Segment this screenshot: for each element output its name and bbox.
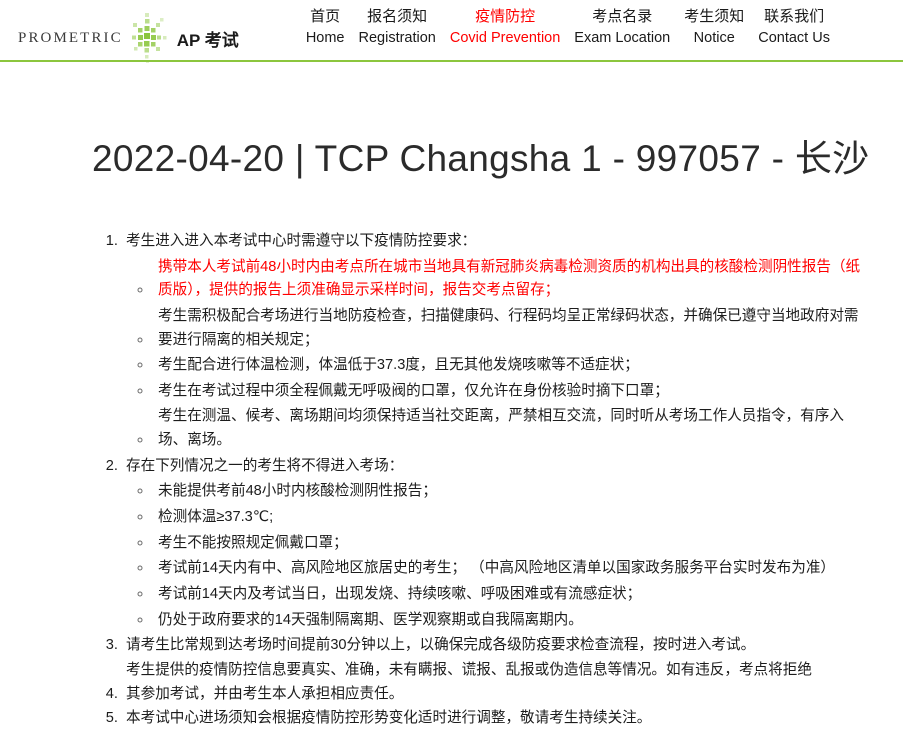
nav-item-covid-prevention-cn: 疫情防控: [475, 8, 536, 25]
requirement-sub-text: 考生配合进行体温检测，体温低于37.3度，且无其他发烧咳嗽等不适症状；: [158, 357, 639, 374]
requirement-item: 请考生比常规到达考场时间提前30分钟以上，以确保完成各级防疫要求检查流程，按时进…: [122, 634, 863, 658]
requirement-sub-item: 携带本人考试前48小时内由考点所在城市当地具有新冠肺炎病毒检测资质的机构出具的核…: [153, 256, 863, 303]
requirement-text: 存在下列情况之一的考生将不得进入考场：: [126, 457, 404, 474]
nav-item-registration-en: Registration: [358, 29, 436, 46]
nav-item-home-en: Home: [305, 29, 345, 46]
requirement-sub-list: 携带本人考试前48小时内由考点所在城市当地具有新冠肺炎病毒检测资质的机构出具的核…: [126, 256, 863, 453]
requirement-item: 考生提供的疫情防控信息要真实、准确，未有瞒报、谎报、乱报或伪造信息等情况。如有违…: [122, 659, 863, 706]
requirement-text: 请考生比常规到达考场时间提前30分钟以上，以确保完成各级防疫要求检查流程，按时进…: [126, 637, 756, 654]
nav-item-contact-us-cn: 联系我们: [764, 8, 825, 25]
nav-item-exam-location-en: Exam Location: [574, 29, 671, 46]
requirement-sub-item: 仍处于政府要求的14天强制隔离期、医学观察期或自我隔离期内。: [153, 609, 863, 633]
prometric-wordmark: PROMETRIC: [18, 29, 123, 46]
requirement-sub-item: 未能提供考前48小时内核酸检测阴性报告；: [153, 480, 863, 504]
requirement-sub-text: 考生不能按照规定佩戴口罩；: [158, 534, 348, 551]
requirement-sub-item: 考试前14天内及考试当日，出现发烧、持续咳嗽、呼吸困难或有流感症状；: [153, 583, 863, 607]
requirement-item: 考生进入进入本考试中心时需遵守以下疫情防控要求： 携带本人考试前48小时内由考点…: [122, 230, 863, 453]
brand-subtitle: AP 考试: [176, 30, 239, 50]
page-title: 2022-04-20 | TCP Changsha 1 - 997057 - 长…: [92, 138, 870, 179]
requirements-list: 考生进入进入本考试中心时需遵守以下疫情防控要求： 携带本人考试前48小时内由考点…: [0, 230, 863, 731]
main-navigation: 首页 Home 报名须知 Registration 疫情防控 Covid Pre…: [239, 0, 903, 47]
requirement-sub-item: 考生在测温、候考、离场期间均须保持适当社交距离，严禁相互交流，同时听从考场工作人…: [153, 405, 863, 452]
requirement-item: 存在下列情况之一的考生将不得进入考场： 未能提供考前48小时内核酸检测阴性报告；…: [122, 455, 863, 632]
requirement-text: 考生提供的疫情防控信息要真实、准确，未有瞒报、谎报、乱报或伪造信息等情况。如有违…: [126, 661, 812, 702]
nav-item-covid-prevention-en: Covid Prevention: [449, 29, 561, 46]
nav-item-notice-cn: 考生须知: [684, 8, 745, 25]
requirement-sub-text: 考生在考试过程中须全程佩戴无呼吸阀的口罩，仅允许在身份核验时摘下口罩；: [158, 382, 669, 399]
requirement-sub-item: 考生配合进行体温检测，体温低于37.3度，且无其他发烧咳嗽等不适症状；: [153, 354, 863, 378]
nav-item-notice-en: Notice: [693, 29, 735, 46]
nav-item-exam-location-cn: 考点名录: [592, 8, 653, 25]
requirement-sub-item: 考生在考试过程中须全程佩戴无呼吸阀的口罩，仅允许在身份核验时摘下口罩；: [153, 380, 863, 404]
requirement-sub-item: 考生不能按照规定佩戴口罩；: [153, 532, 863, 556]
requirement-sub-text: 携带本人考试前48小时内由考点所在城市当地具有新冠肺炎病毒检测资质的机构出具的核…: [158, 258, 861, 299]
nav-item-registration-cn: 报名须知: [367, 8, 428, 25]
requirement-sub-list: 未能提供考前48小时内核酸检测阴性报告； 检测体温≥37.3℃; 考生不能按照规…: [126, 480, 863, 632]
requirement-sub-item: 检测体温≥37.3℃;: [153, 506, 863, 530]
requirement-sub-text: 考生需积极配合考场进行当地防疫检查，扫描健康码、行程码均呈正常绿码状态，并确保已…: [158, 307, 859, 348]
nav-list: 首页 Home 报名须知 Registration 疫情防控 Covid Pre…: [299, 8, 837, 47]
requirement-sub-text: 考试前14天内及考试当日，出现发烧、持续咳嗽、呼吸困难或有流感症状；: [158, 585, 642, 602]
nav-item-contact-us-en: Contact Us: [758, 29, 830, 46]
nav-item-home-cn: 首页: [310, 8, 341, 25]
requirement-sub-text: 考生在测温、候考、离场期间均须保持适当社交距离，严禁相互交流，同时听从考场工作人…: [158, 408, 844, 449]
requirement-sub-item: 考试前14天内有中、高风险地区旅居史的考生； （中高风险地区清单以国家政务服务平…: [153, 557, 863, 581]
requirement-text: 考生进入进入本考试中心时需遵守以下疫情防控要求：: [126, 233, 477, 249]
requirement-sub-text: 仍处于政府要求的14天强制隔离期、医学观察期或自我隔离期内。: [158, 611, 583, 628]
requirement-sub-text: 检测体温≥37.3℃;: [158, 509, 274, 526]
nav-item-covid-prevention[interactable]: 疫情防控 Covid Prevention: [443, 8, 567, 47]
site-header: PROMETRIC AP 考试 首页 Home 报名须知 Registratio…: [0, 0, 903, 65]
requirement-sub-text: 未能提供考前48小时内核酸检测阴性报告；: [158, 483, 437, 500]
brand-block[interactable]: PROMETRIC AP 考试: [0, 0, 239, 65]
nav-item-exam-location[interactable]: 考点名录 Exam Location: [567, 8, 677, 47]
prometric-starburst-icon: [125, 13, 171, 65]
nav-item-registration[interactable]: 报名须知 Registration: [352, 8, 443, 47]
nav-item-home[interactable]: 首页 Home: [299, 8, 352, 47]
requirement-text: 本考试中心进场须知会根据疫情防控形势变化适时进行调整，敬请考生持续关注。: [126, 710, 652, 727]
requirement-sub-item: 考生需积极配合考场进行当地防疫检查，扫描健康码、行程码均呈正常绿码状态，并确保已…: [153, 305, 863, 352]
nav-item-contact-us[interactable]: 联系我们 Contact Us: [751, 8, 837, 47]
nav-item-notice[interactable]: 考生须知 Notice: [677, 8, 751, 47]
requirement-item: 本考试中心进场须知会根据疫情防控形势变化适时进行调整，敬请考生持续关注。: [122, 707, 863, 731]
requirement-sub-text: 考试前14天内有中、高风险地区旅居史的考生； （中高风险地区清单以国家政务服务平…: [158, 560, 836, 577]
covid-requirements-content: 考生进入进入本考试中心时需遵守以下疫情防控要求： 携带本人考试前48小时内由考点…: [0, 230, 903, 732]
